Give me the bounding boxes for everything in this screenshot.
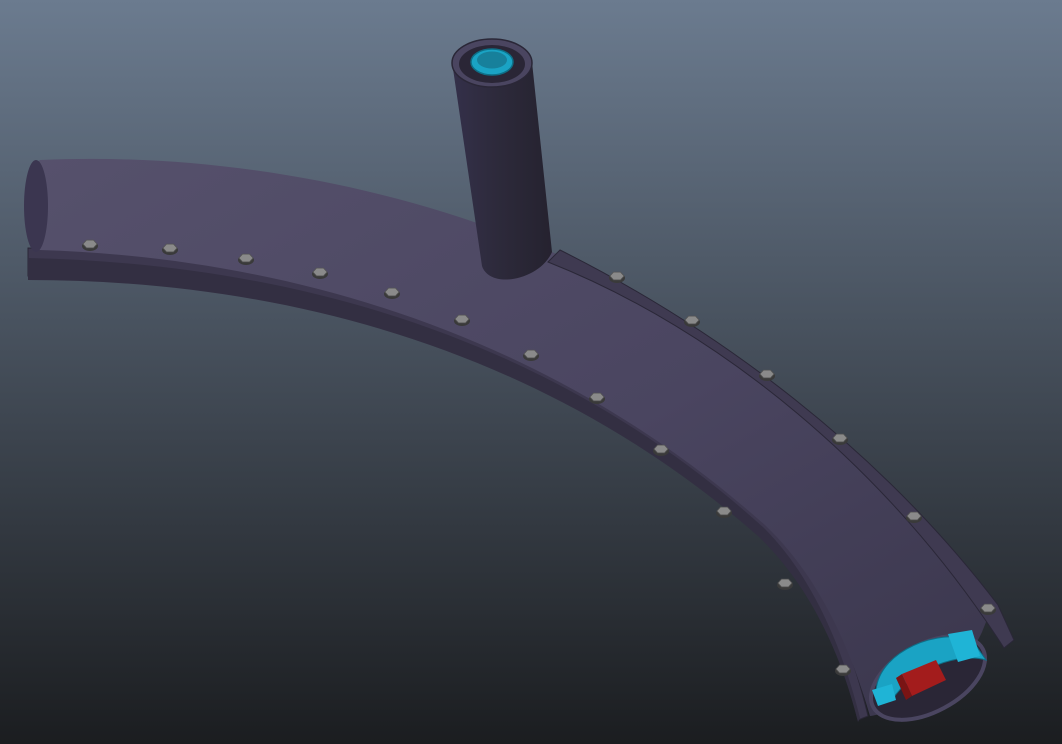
branch-inner-sleeve-hole bbox=[477, 51, 507, 69]
pipe-end-cap-left[interactable] bbox=[24, 160, 48, 252]
3d-viewport[interactable] bbox=[0, 0, 1062, 744]
viewport-scene[interactable] bbox=[0, 0, 1062, 744]
